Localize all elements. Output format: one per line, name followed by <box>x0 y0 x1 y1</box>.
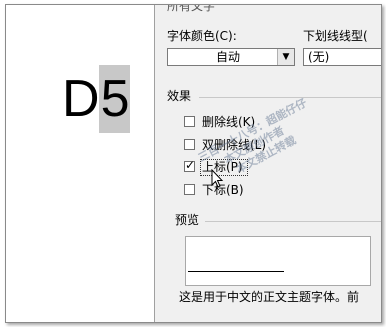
preview-divider <box>205 221 381 222</box>
effects-divider <box>199 97 381 98</box>
double-strikethrough-checkbox[interactable] <box>184 139 195 150</box>
mouse-pointer-icon <box>211 169 224 188</box>
screenshot-frame: D5 所有文字 字体颜色(C): 自动 ▼ 下划线线型( (无) 效果 删除线(… <box>5 4 382 323</box>
preview-caption: 这是用于中文的正文主题字体。前 <box>179 290 360 304</box>
font-dialog: 所有文字 字体颜色(C): 自动 ▼ 下划线线型( (无) 效果 删除线(K) … <box>154 4 381 322</box>
cell-char-selected: 5 <box>98 65 131 133</box>
font-color-dropdown[interactable]: 自动 ▼ <box>167 48 295 66</box>
font-color-label: 字体颜色(C): <box>167 29 237 43</box>
underline-style-value: (无) <box>308 50 330 64</box>
effects-section-label: 效果 <box>167 89 192 103</box>
strikethrough-checkbox[interactable] <box>184 116 195 127</box>
underline-style-label: 下划线线型( <box>303 29 368 43</box>
dropdown-arrow-icon[interactable]: ▼ <box>277 49 294 65</box>
preview-section-label: 预览 <box>175 213 200 227</box>
section-all-text-label: 所有文字 <box>167 4 216 13</box>
cell-content[interactable]: D5 <box>62 65 131 133</box>
preview-baseline <box>188 271 284 272</box>
worksheet-area: D5 <box>6 5 151 322</box>
cell-char-normal: D <box>62 70 100 128</box>
underline-style-dropdown[interactable]: (无) <box>303 48 381 66</box>
superscript-checkbox[interactable]: ✓ <box>184 158 196 172</box>
preview-box <box>185 236 371 286</box>
font-color-value: 自动 <box>216 50 241 64</box>
subscript-checkbox[interactable] <box>184 184 195 195</box>
checkmark-icon: ✓ <box>185 158 196 172</box>
